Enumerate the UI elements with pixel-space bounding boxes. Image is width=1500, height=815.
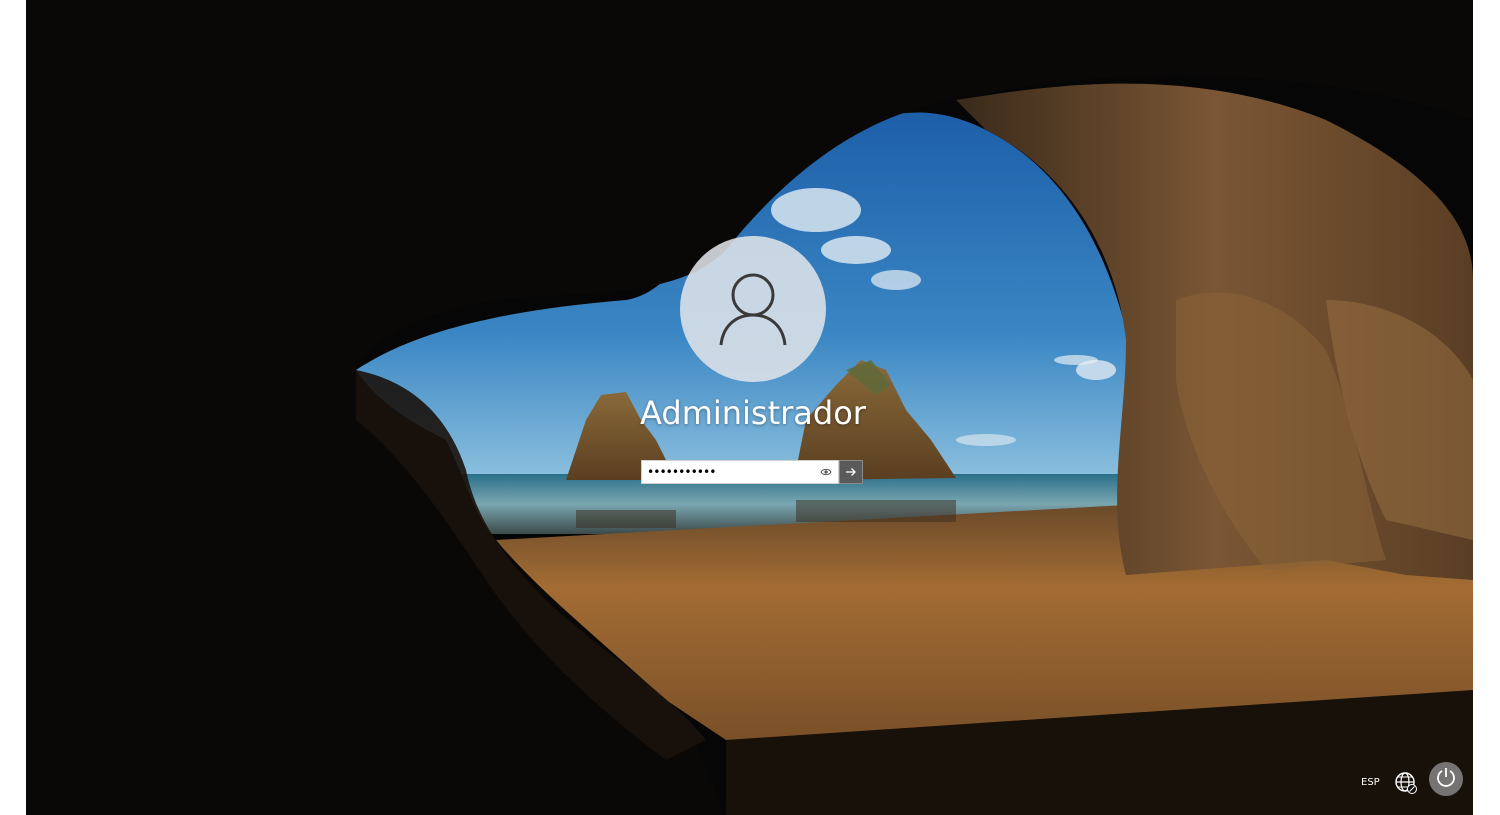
user-avatar <box>680 236 826 382</box>
lock-screen: Administrador ESP <box>26 0 1473 815</box>
eye-icon[interactable] <box>818 465 834 479</box>
password-input[interactable] <box>642 462 817 482</box>
password-field-container[interactable] <box>641 460 839 484</box>
password-row <box>641 460 865 486</box>
language-indicator[interactable]: ESP <box>1361 777 1380 788</box>
power-button[interactable] <box>1429 762 1463 796</box>
username-label: Administrador <box>640 394 866 432</box>
power-icon <box>1435 766 1457 792</box>
globe-network-icon[interactable] <box>1394 771 1418 795</box>
submit-button[interactable] <box>839 460 863 484</box>
user-icon <box>713 267 793 351</box>
arrow-right-icon <box>845 463 857 482</box>
login-panel: Administrador <box>638 236 866 496</box>
